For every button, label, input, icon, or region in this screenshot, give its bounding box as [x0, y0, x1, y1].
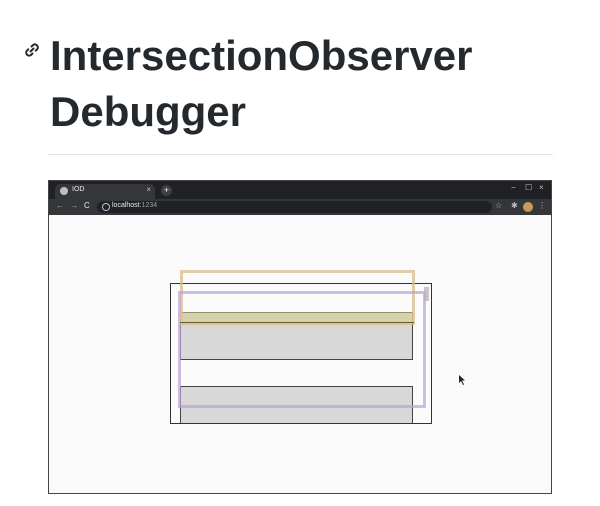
browser-toolbar: ← → C localhost:1234 ☆ ✱ ⋮ [49, 199, 551, 215]
new-tab-button[interactable]: + [161, 185, 172, 196]
page: IntersectionObserver Debugger IOD × + − … [0, 0, 600, 506]
bookmark-star-icon[interactable]: ☆ [495, 201, 502, 210]
heading-divider [48, 154, 553, 155]
globe-icon [60, 187, 68, 195]
maximize-icon[interactable]: ☐ [525, 183, 532, 192]
target-bounds-overlay [178, 291, 426, 408]
tab-title: IOD [72, 186, 85, 193]
extensions-icon[interactable]: ✱ [511, 201, 518, 210]
forward-icon[interactable]: → [70, 201, 78, 210]
mouse-cursor-icon [459, 375, 465, 385]
browser-tab-bar: IOD × + − ☐ × [49, 181, 551, 199]
profile-avatar[interactable] [523, 202, 533, 212]
link-icon[interactable] [22, 40, 42, 60]
minimize-icon[interactable]: − [511, 183, 516, 192]
url-port: :1234 [139, 202, 158, 209]
intersection-overlay [180, 312, 414, 323]
tab-close-icon[interactable]: × [146, 185, 151, 194]
page-title: IntersectionObserver Debugger [50, 32, 473, 135]
back-icon[interactable]: ← [56, 201, 64, 210]
browser-tab[interactable]: IOD × [55, 184, 155, 199]
reload-icon[interactable]: C [84, 201, 90, 210]
browser-screenshot: IOD × + − ☐ × ← → C localhost:1234 ☆ ✱ ⋮ [48, 180, 552, 494]
menu-icon[interactable]: ⋮ [538, 201, 546, 210]
address-url: localhost:1234 [112, 202, 157, 209]
url-host: localhost [112, 202, 140, 209]
info-icon[interactable] [102, 203, 110, 211]
address-bar[interactable]: localhost:1234 [97, 201, 492, 213]
browser-viewport [49, 215, 551, 493]
window-close-icon[interactable]: × [539, 183, 544, 192]
